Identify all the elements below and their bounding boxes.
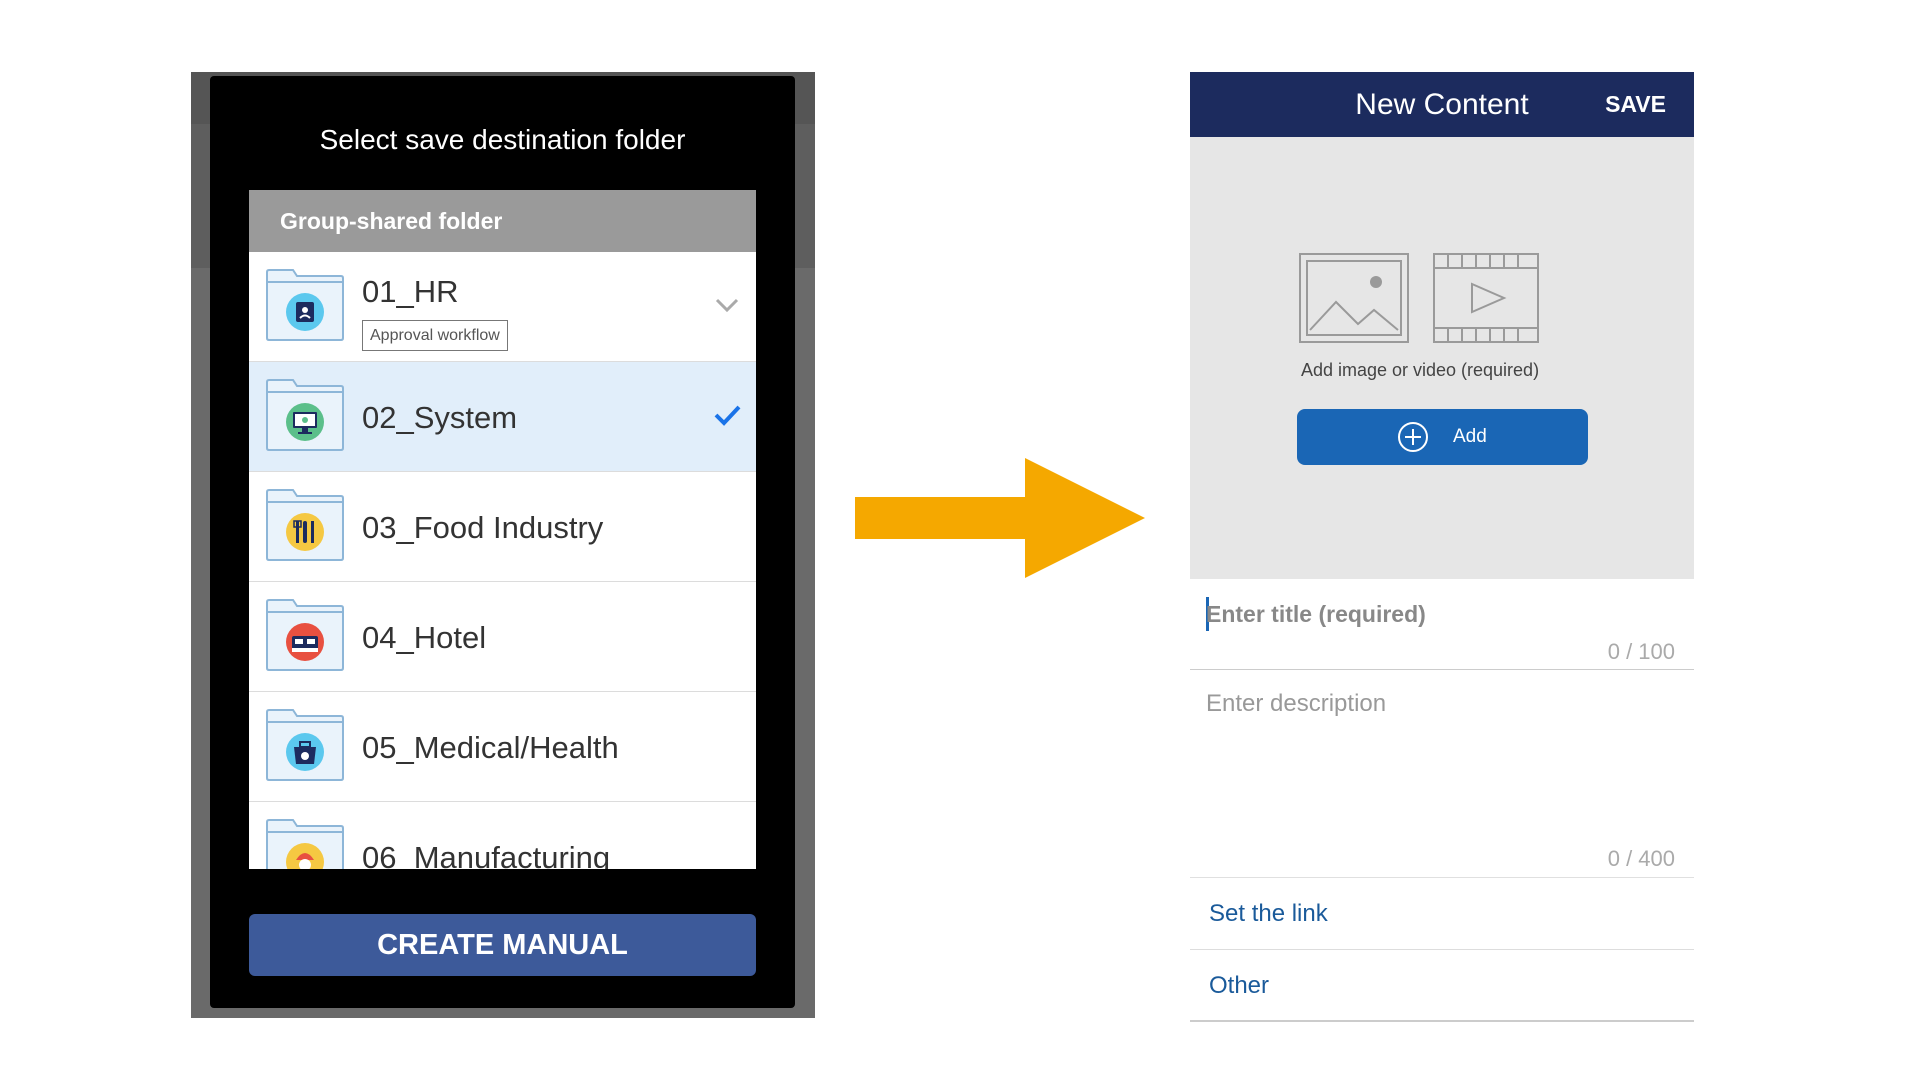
title-placeholder: Enter title (required) <box>1206 601 1426 627</box>
right-phone-screen: New Content SAVE Add image or video (req… <box>1190 72 1694 1022</box>
folder-label: 06_Manufacturing <box>362 840 611 869</box>
image-placeholder-icon <box>1299 253 1409 343</box>
cutlery-icon <box>266 489 344 561</box>
left-phone-screen: Select save destination folder Group-sha… <box>191 72 815 1018</box>
folder-list[interactable]: Group-shared folder 01_HR Approval workf… <box>249 190 756 869</box>
add-button-label: Add <box>1453 426 1487 447</box>
folder-row-hotel[interactable]: 04_Hotel <box>249 582 756 692</box>
worker-helmet-icon <box>266 819 344 869</box>
checkmark-icon <box>714 405 741 426</box>
folder-label: 04_Hotel <box>362 620 487 655</box>
description-char-counter: 0 / 400 <box>1607 846 1675 871</box>
media-caption: Add image or video (required) <box>1300 360 1540 380</box>
create-manual-button[interactable]: CREATE MANUAL <box>249 914 756 976</box>
title-char-counter: 0 / 100 <box>1607 639 1675 664</box>
folder-row-manufacturing[interactable]: 06_Manufacturing <box>249 802 756 869</box>
computer-monitor-icon <box>266 379 344 451</box>
description-input[interactable]: Enter description 0 / 400 <box>1190 670 1694 878</box>
approval-workflow-badge: Approval workflow <box>362 320 508 351</box>
folder-label: 01_HR <box>362 274 459 309</box>
description-placeholder: Enter description <box>1206 690 1387 717</box>
other-row[interactable]: Other <box>1190 950 1694 1022</box>
app-header: New Content SAVE <box>1190 72 1694 137</box>
add-media-button[interactable]: Add <box>1297 409 1588 465</box>
folder-row-medical-health[interactable]: 05_Medical/Health <box>249 692 756 802</box>
title-input[interactable]: Enter title (required) 0 / 100 <box>1190 579 1694 670</box>
hr-badge-icon <box>266 269 344 341</box>
medical-kit-icon <box>266 709 344 781</box>
media-upload-area: Add image or video (required) Add <box>1190 137 1694 579</box>
folder-label: 02_System <box>362 400 518 435</box>
folder-label: 05_Medical/Health <box>362 730 619 765</box>
dialog-title: Select save destination folder <box>319 124 686 155</box>
folder-select-dialog: Select save destination folder Group-sha… <box>210 76 795 1008</box>
save-button[interactable]: SAVE <box>1605 72 1666 137</box>
section-header: Group-shared folder <box>249 190 756 252</box>
video-placeholder-icon <box>1433 253 1539 343</box>
folder-label: 03_Food Industry <box>362 510 604 545</box>
folder-row-hr[interactable]: 01_HR Approval workflow <box>249 252 756 362</box>
set-link-row[interactable]: Set the link <box>1190 878 1694 950</box>
transition-arrow-icon <box>855 458 1145 578</box>
set-link-label: Set the link <box>1209 900 1328 927</box>
plus-circle-icon <box>1398 422 1428 452</box>
folder-row-food-industry[interactable]: 03_Food Industry <box>249 472 756 582</box>
folder-row-system[interactable]: 02_System <box>249 362 756 472</box>
chevron-down-icon[interactable] <box>712 290 742 320</box>
hotel-bed-icon <box>266 599 344 671</box>
other-label: Other <box>1209 972 1270 999</box>
